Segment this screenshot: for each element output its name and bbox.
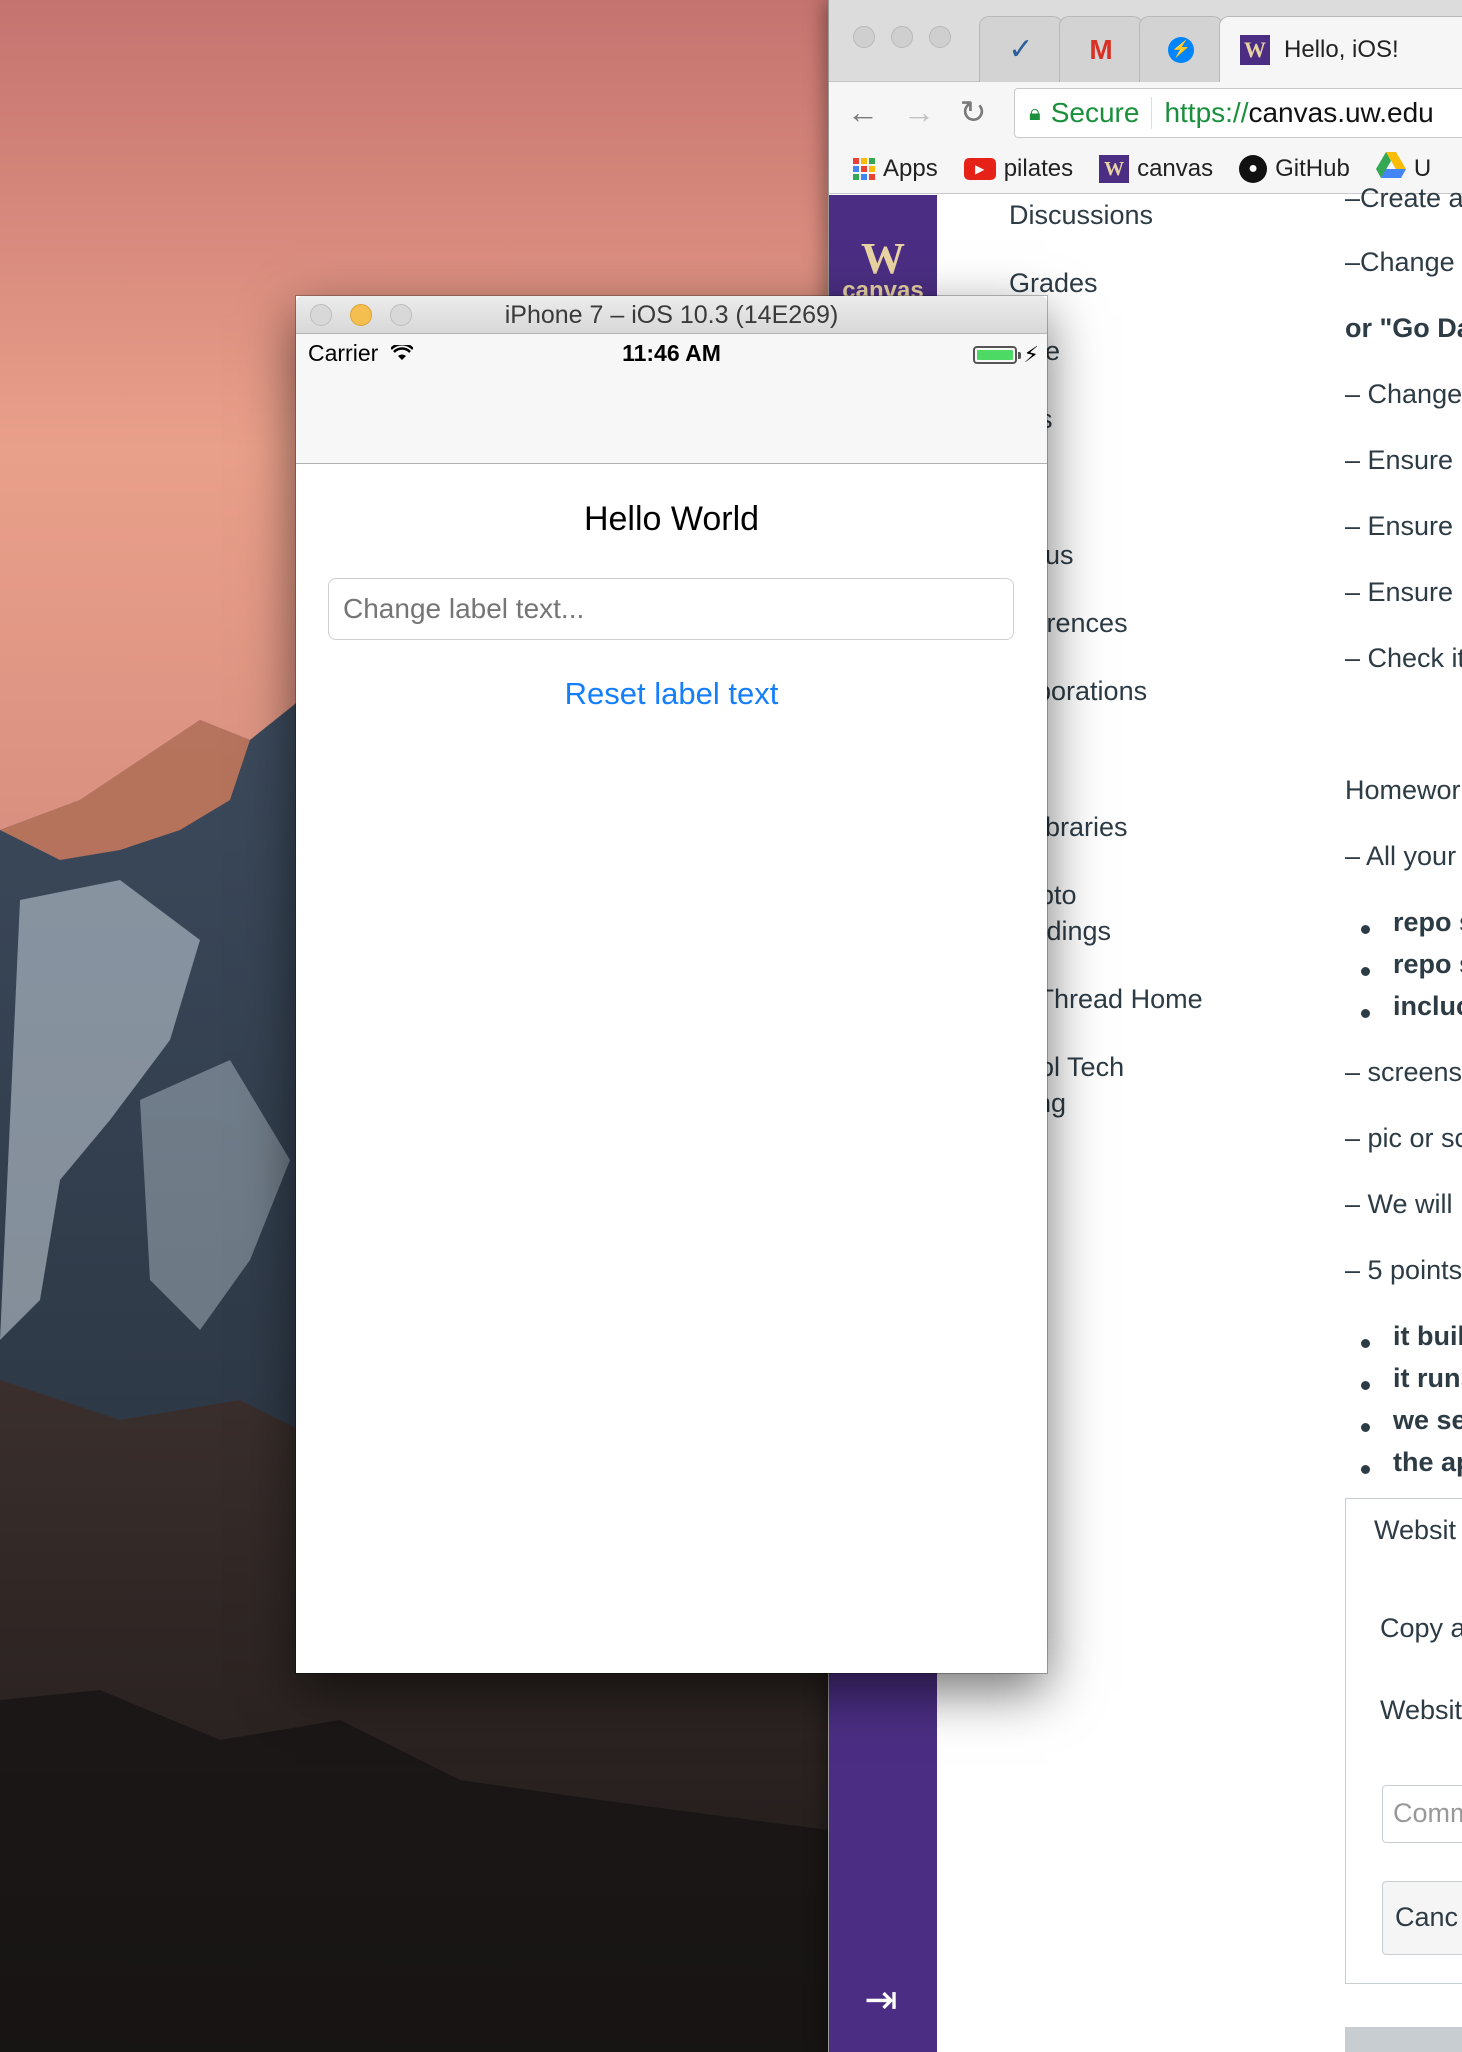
bullet-dot	[1361, 1465, 1370, 1474]
body-line: – pic or sc	[1345, 1123, 1462, 1153]
body-line: Homewor	[1345, 775, 1461, 805]
form-copy-text: Copy a	[1380, 1613, 1462, 1643]
body-line: it runs	[1393, 1363, 1462, 1393]
window-zoom-button[interactable]	[929, 26, 951, 48]
submission-form: Websit Copy a Websit Comm Canc	[1345, 1498, 1462, 1984]
uw-w-icon: W	[1099, 154, 1130, 183]
body-line: repo s	[1393, 907, 1462, 937]
reset-label-button[interactable]: Reset label text	[296, 676, 1047, 712]
tab-gmail[interactable]: M	[1059, 16, 1143, 82]
bookmark-apps[interactable]: Apps	[853, 155, 938, 183]
label-text-field[interactable]	[328, 578, 1014, 640]
course-nav-item[interactable]: Discussions	[1009, 197, 1153, 233]
charging-icon: ⚡︎	[1023, 342, 1039, 367]
body-line: it buil	[1393, 1321, 1462, 1351]
body-line: – All your	[1345, 841, 1457, 871]
body-line: – Ensure i	[1345, 511, 1462, 541]
tab-checkmark[interactable]: ✓	[979, 16, 1063, 82]
lock-icon: 🔒︎	[1029, 100, 1041, 125]
body-line: – screens	[1345, 1057, 1462, 1087]
url-scheme: https://	[1164, 97, 1249, 128]
body-line: – We will	[1345, 1189, 1453, 1219]
body-line: – Check it	[1345, 643, 1462, 673]
ios-status-bar: Carrier 11:46 AM ⚡︎	[296, 334, 1047, 374]
bullet-dot	[1361, 925, 1370, 934]
website-label: Websit	[1380, 1695, 1462, 1725]
address-bar[interactable]: 🔒︎ Secure https:// canvas.uw.edu	[1014, 88, 1462, 138]
simulator-titlebar: iPhone 7 – iOS 10.3 (14E269)	[296, 296, 1047, 334]
youtube-icon: ▶	[963, 157, 996, 180]
google-drive-icon	[1375, 152, 1406, 185]
bottom-bar	[1345, 2027, 1462, 2052]
bookmark-label: Apps	[883, 154, 938, 182]
tab-hello-ios[interactable]: W Hello, iOS!	[1219, 16, 1462, 82]
body-line: – 5 points	[1345, 1255, 1462, 1285]
cancel-button[interactable]: Canc	[1382, 1881, 1462, 1955]
checkmark-icon: ✓	[1008, 33, 1034, 66]
ios-navigation-bar	[296, 374, 1047, 464]
reload-button[interactable]: ↻	[953, 92, 993, 132]
body-line: – Change	[1345, 379, 1462, 409]
window-close-button[interactable]	[853, 26, 875, 48]
body-line: incluc	[1393, 991, 1462, 1021]
bookmark-canvas[interactable]: W canvas	[1099, 154, 1214, 183]
form-heading: Websit	[1374, 1515, 1457, 1545]
body-line: – Ensure i	[1345, 445, 1462, 475]
browser-toolbar: ← → ↻ 🔒︎ Secure https:// canvas.uw.edu	[829, 82, 1462, 144]
tab-strip: ✓ M ⚡ W Hello, iOS!	[829, 0, 1462, 82]
body-line: –Change	[1345, 247, 1455, 277]
url-host: canvas.uw.edu	[1248, 97, 1434, 128]
tab-messenger[interactable]: ⚡	[1139, 16, 1223, 82]
body-line: repo s	[1393, 949, 1462, 979]
github-icon: ●	[1239, 154, 1268, 183]
bullet-dot	[1361, 1009, 1370, 1018]
bookmark-label: canvas	[1137, 154, 1214, 182]
status-time: 11:46 AM	[622, 340, 721, 366]
bookmark-label: pilates	[1003, 154, 1074, 182]
messenger-icon: ⚡	[1168, 36, 1194, 63]
bullet-dot	[1361, 1381, 1370, 1390]
bullet-dot	[1361, 1423, 1370, 1432]
bullet-dot	[1361, 1339, 1370, 1348]
bookmark-pilates[interactable]: ▶ pilates	[963, 154, 1074, 183]
apps-grid-icon	[853, 157, 875, 180]
forward-button[interactable]: →	[899, 92, 939, 132]
collapse-nav-icon[interactable]: ⇥	[851, 1980, 911, 2020]
window-minimize-button[interactable]	[891, 26, 913, 48]
body-line: – Ensure i	[1345, 577, 1462, 607]
back-button[interactable]: ←	[843, 92, 883, 132]
simulator-title: iPhone 7 – iOS 10.3 (14E269)	[504, 301, 839, 329]
bookmark-label: U	[1413, 154, 1432, 182]
bookmark-drive[interactable]: U	[1375, 152, 1432, 185]
gmail-icon: M	[1089, 33, 1113, 65]
hello-label: Hello World	[583, 500, 760, 538]
comment-input[interactable]: Comm	[1382, 1785, 1462, 1843]
bookmark-label: GitHub	[1275, 154, 1350, 182]
body-line: –Create a	[1345, 183, 1462, 213]
bullet-dot	[1361, 967, 1370, 976]
tab-title: Hello, iOS!	[1284, 35, 1399, 63]
body-line: we se	[1393, 1405, 1462, 1435]
battery-icon	[973, 346, 1021, 364]
body-line: or "Go Da	[1345, 313, 1462, 343]
bookmark-github[interactable]: ● GitHub	[1239, 154, 1350, 183]
uw-w-icon: W	[1240, 34, 1270, 65]
ios-simulator-window: iPhone 7 – iOS 10.3 (14E269) Carrier 11:…	[296, 296, 1047, 1673]
body-line: the ap	[1393, 1447, 1462, 1477]
secure-label: Secure	[1051, 97, 1153, 129]
